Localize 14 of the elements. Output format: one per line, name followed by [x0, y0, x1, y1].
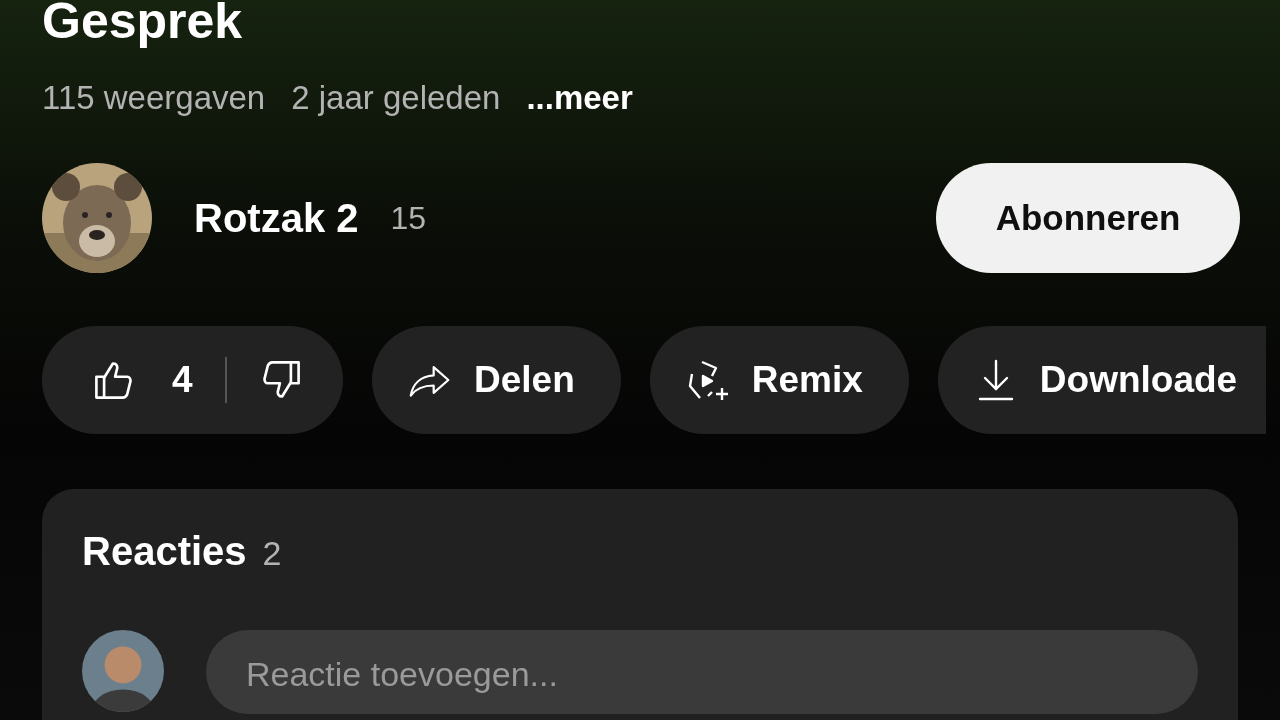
subscriber-count: 15 [390, 199, 427, 237]
more-link[interactable]: ...meer [526, 79, 633, 117]
share-button[interactable]: Delen [372, 326, 621, 434]
download-button[interactable]: Downloade [937, 326, 1266, 434]
like-button[interactable]: 4 [92, 358, 193, 402]
channel-name[interactable]: Rotzak 2 [194, 195, 359, 241]
comments-title: Reacties [82, 529, 247, 574]
subscribe-button[interactable]: Abonneren [936, 163, 1240, 273]
comment-input[interactable]: Reactie toevoegen... [206, 630, 1198, 714]
remix-button[interactable]: Remix [649, 326, 909, 434]
comment-count: 2 [262, 534, 282, 573]
upload-age: 2 jaar geleden [291, 79, 501, 117]
video-title: Gesprek [42, 0, 244, 46]
view-count: 115 weergaven [42, 79, 266, 117]
